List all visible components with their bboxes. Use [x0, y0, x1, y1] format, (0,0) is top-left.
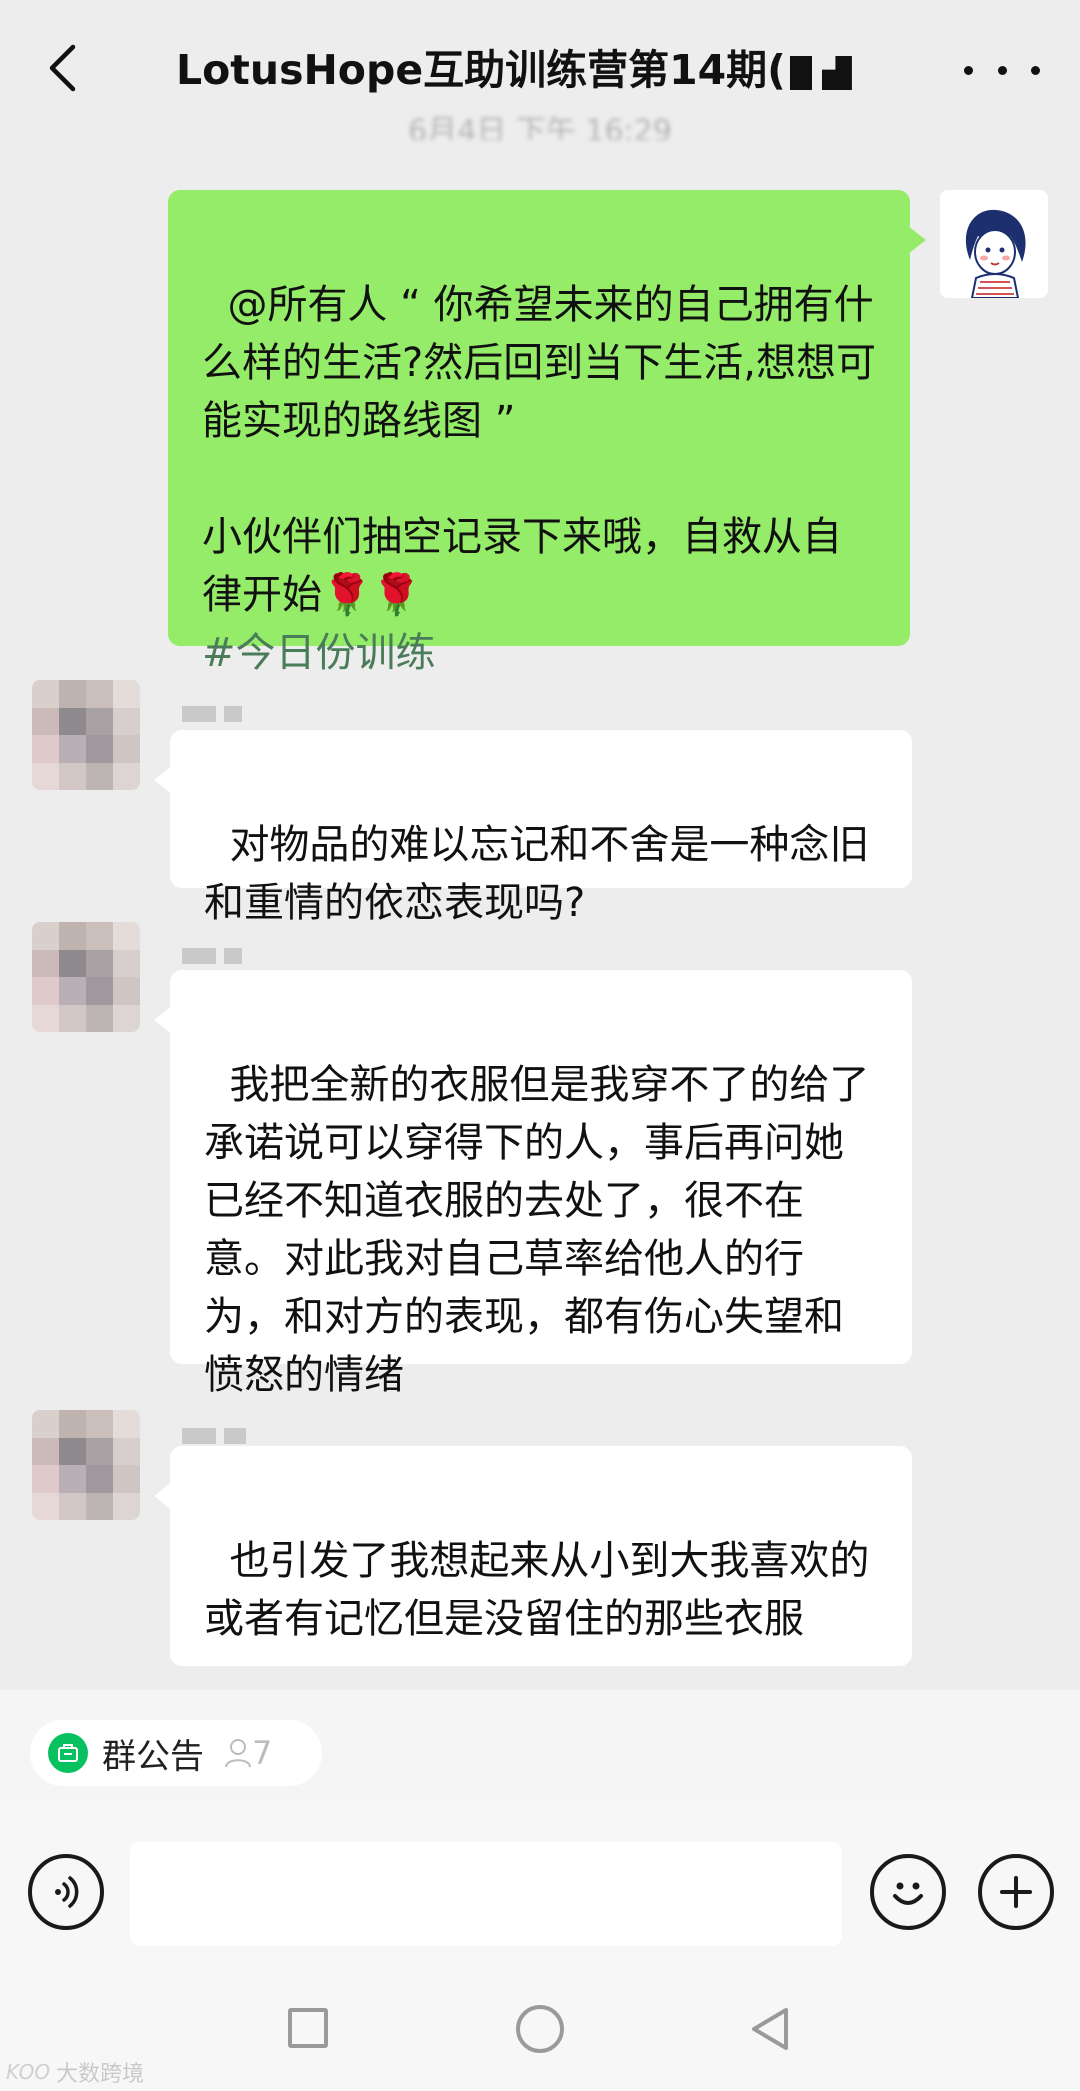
dot-icon	[997, 65, 1007, 75]
member-count-value: 7	[252, 1734, 273, 1772]
member-avatar[interactable]	[32, 680, 140, 790]
recent-apps-button[interactable]	[288, 2008, 328, 2048]
person-icon	[225, 1739, 251, 1768]
member-count: 7	[224, 1734, 272, 1772]
message-body-text: 小伙伴们抽空记录下来哦，自救从自律开始🌹🌹	[202, 514, 842, 618]
my-message-bubble[interactable]: @所有人 “ 你希望未来的自己拥有什么样的生活?然后回到当下生活,想想可能实现的…	[168, 190, 926, 676]
my-avatar[interactable]	[940, 190, 1048, 298]
sender-name-redacted	[182, 934, 292, 964]
dot-icon	[964, 65, 973, 75]
smiley-icon	[893, 1882, 923, 1905]
back-button[interactable]	[30, 34, 94, 102]
chevron-left-icon	[49, 44, 76, 92]
back-triangle-button[interactable]	[746, 2004, 792, 2054]
emoji-button[interactable]	[870, 1854, 946, 1930]
member-message-bubble[interactable]: 也引发了我想起来从小到大我喜欢的或者有记忆但是没留住的那些衣服	[154, 1446, 912, 1666]
dot-icon	[1031, 65, 1040, 75]
member-message-bubble[interactable]: 我把全新的衣服但是我穿不了的给了承诺说可以穿得下的人，事后再问她已经不知道衣服的…	[154, 970, 912, 1398]
watermark: KOO 大数跨境	[6, 2056, 144, 2088]
more-functions-button[interactable]	[978, 1854, 1054, 1930]
sender-name-redacted	[182, 1414, 292, 1444]
cartoon-girl-avatar-icon	[940, 190, 1048, 298]
voice-input-button[interactable]	[28, 1854, 104, 1930]
member-avatar[interactable]	[32, 922, 140, 1032]
title-redaction	[789, 56, 812, 90]
watermark-logo: KOO	[6, 2060, 51, 2084]
message-timestamp: 6月4日 下午 16:29	[408, 114, 672, 140]
title-redaction-2	[821, 56, 852, 90]
message-mention-text: @所有人 “ 你希望未来的自己拥有什么样的生活?然后回到当下生活,想想可能实现的…	[202, 282, 876, 444]
announcement-label: 群公告	[102, 1736, 204, 1777]
voice-icon	[55, 1876, 79, 1908]
chat-title: LotusHope互助训练营第14期(	[176, 40, 876, 100]
message-input[interactable]	[130, 1842, 842, 1946]
hashtag-link[interactable]: #今日份训练	[202, 624, 878, 682]
more-options-button[interactable]	[964, 48, 1040, 92]
announcement-icon	[48, 1733, 88, 1773]
message-text: 也引发了我想起来从小到大我喜欢的或者有记忆但是没留住的那些衣服	[204, 1538, 870, 1642]
plus-icon	[1000, 1876, 1032, 1908]
watermark-text: 大数跨境	[56, 2062, 145, 2087]
member-avatar[interactable]	[32, 1410, 140, 1520]
message-text: 我把全新的衣服但是我穿不了的给了承诺说可以穿得下的人，事后再问她已经不知道衣服的…	[204, 1062, 870, 1398]
sender-name-redacted	[182, 692, 292, 722]
group-announcement-button[interactable]: 群公告 7	[30, 1720, 322, 1786]
home-button[interactable]	[516, 2005, 564, 2053]
member-message-bubble[interactable]: 对物品的难以忘记和不舍是一种念旧和重情的依恋表现吗?	[154, 730, 912, 926]
message-text: 对物品的难以忘记和不舍是一种念旧和重情的依恋表现吗?	[204, 822, 870, 926]
